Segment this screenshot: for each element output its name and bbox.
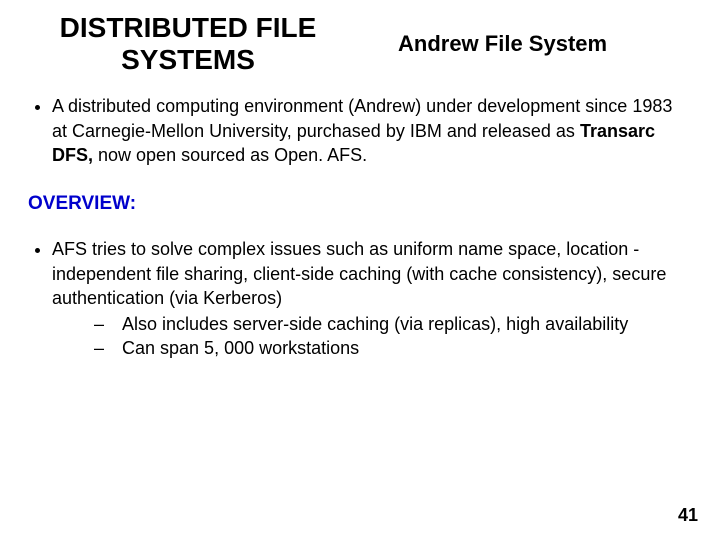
bullet-1-post: now open sourced as Open. AFS. xyxy=(93,145,367,165)
slide-title-right: Andrew File System xyxy=(388,31,692,57)
sub-bullet-1: Also includes server-side caching (via r… xyxy=(94,312,692,336)
bullet-1: A distributed computing environment (And… xyxy=(52,94,692,167)
title-left-line2: SYSTEMS xyxy=(121,44,255,75)
bullet-list-2: AFS tries to solve complex issues such a… xyxy=(28,237,692,360)
bullet-2-text: AFS tries to solve complex issues such a… xyxy=(52,239,666,308)
sub-bullet-2: Can span 5, 000 workstations xyxy=(94,336,692,360)
slide-header: DISTRIBUTED FILE SYSTEMS Andrew File Sys… xyxy=(28,12,692,76)
overview-heading: OVERVIEW: xyxy=(28,193,692,215)
bullet-2: AFS tries to solve complex issues such a… xyxy=(52,237,692,360)
page-number: 41 xyxy=(678,505,698,526)
bullet-list-1: A distributed computing environment (And… xyxy=(28,94,692,167)
title-left-line1: DISTRIBUTED FILE xyxy=(60,12,317,43)
sub-bullet-list: Also includes server-side caching (via r… xyxy=(52,312,692,361)
slide-title-left: DISTRIBUTED FILE SYSTEMS xyxy=(28,12,348,76)
